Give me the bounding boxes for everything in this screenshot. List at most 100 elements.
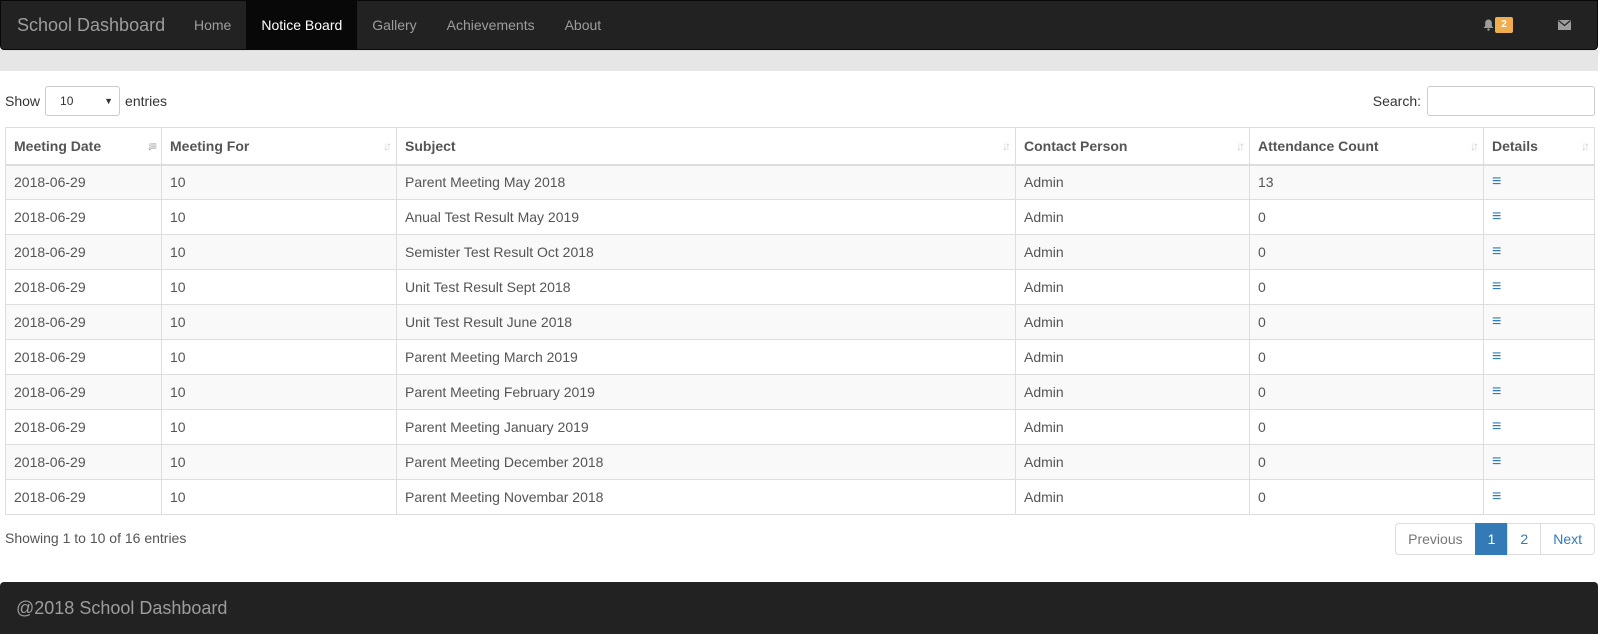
details-list-icon[interactable]: ≡	[1492, 278, 1501, 295]
column-header-details[interactable]: Details ↓↑	[1483, 127, 1595, 166]
meeting-date-cell: 2018-06-29	[5, 199, 162, 235]
nav-item-notice-board[interactable]: Notice Board	[246, 1, 358, 49]
subject-cell: Parent Meeting Novembar 2018	[396, 479, 1016, 515]
table-row: 2018-06-29 10 Unit Test Result Sept 2018 Ad…	[5, 269, 1595, 305]
subject-cell: Unit Test Result Sept 2018	[396, 269, 1016, 305]
column-header-attendance-count[interactable]: Attendance Count ↓↑	[1249, 127, 1484, 166]
table-row: 2018-06-29 10 Parent Meeting Novembar 2018…	[5, 479, 1595, 515]
sort-icon: ↓↑	[383, 139, 392, 153]
details-list-icon[interactable]: ≡	[1492, 453, 1501, 470]
subject-cell: Parent Meeting February 2019	[396, 374, 1016, 410]
page-button-2[interactable]: 2	[1507, 523, 1542, 555]
attendance-count-cell: 0	[1249, 374, 1484, 410]
details-cell: ≡	[1483, 304, 1595, 340]
contact-person-cell: Admin	[1015, 269, 1250, 305]
column-header-label: Meeting Date	[14, 137, 102, 154]
notifications-button[interactable]: 2	[1465, 1, 1531, 49]
meeting-for-cell: 10	[161, 479, 397, 515]
messages-button[interactable]	[1531, 1, 1597, 49]
details-list-icon[interactable]: ≡	[1492, 243, 1501, 260]
details-list-icon[interactable]: ≡	[1492, 313, 1501, 330]
sort-asc-icon: ↓≡	[146, 139, 157, 153]
meeting-for-cell: 10	[161, 269, 397, 305]
navbar: School Dashboard Home Notice Board Galle…	[0, 0, 1598, 50]
details-list-icon[interactable]: ≡	[1492, 383, 1501, 400]
table-row: 2018-06-29 10 Unit Test Result June 2018 Ad…	[5, 304, 1595, 340]
brand-link[interactable]: School Dashboard	[17, 1, 165, 49]
next-page-button[interactable]: Next	[1540, 523, 1595, 555]
search-control: Search:	[1373, 86, 1595, 116]
nav-item-achievements[interactable]: Achievements	[432, 1, 550, 49]
details-list-icon[interactable]: ≡	[1492, 418, 1501, 435]
details-list-icon[interactable]: ≡	[1492, 348, 1501, 365]
contact-person-cell: Admin	[1015, 304, 1250, 340]
meeting-date-cell: 2018-06-29	[5, 444, 162, 480]
meeting-for-cell: 10	[161, 409, 397, 445]
table-row: 2018-06-29 10 Semister Test Result Oct 201…	[5, 234, 1595, 270]
meeting-date-cell: 2018-06-29	[5, 339, 162, 375]
sort-icon: ↓↑	[1470, 139, 1479, 153]
page-button-1[interactable]: 1	[1474, 523, 1509, 555]
meeting-for-cell: 10	[161, 164, 397, 200]
meetings-table: Meeting Date ↓≡ Meeting For ↓↑ Subject ↓↑ C…	[5, 127, 1595, 515]
meeting-for-cell: 10	[161, 304, 397, 340]
meeting-date-cell: 2018-06-29	[5, 374, 162, 410]
notification-count-badge: 2	[1495, 17, 1513, 33]
previous-page-button[interactable]: Previous	[1395, 523, 1476, 555]
entries-label: entries	[125, 93, 168, 109]
footer-text: @2018 School Dashboard	[16, 598, 228, 618]
meeting-date-cell: 2018-06-29	[5, 479, 162, 515]
page-length-control: Show 10 ▼ entries	[5, 86, 167, 116]
page-size-select[interactable]: 10 ▼	[45, 86, 121, 116]
attendance-count-cell: 0	[1249, 479, 1484, 515]
attendance-count-cell: 0	[1249, 269, 1484, 305]
attendance-count-cell: 0	[1249, 444, 1484, 480]
column-header-meeting-date[interactable]: Meeting Date ↓≡	[5, 127, 162, 166]
table-row: 2018-06-29 10 Parent Meeting January 2019 A…	[5, 409, 1595, 445]
details-cell: ≡	[1483, 234, 1595, 270]
subject-cell: Parent Meeting December 2018	[396, 444, 1016, 480]
nav-item-gallery[interactable]: Gallery	[357, 1, 431, 49]
details-list-icon[interactable]: ≡	[1492, 173, 1501, 190]
nav-menu: Home Notice Board Gallery Achievements A…	[179, 1, 616, 49]
attendance-count-cell: 0	[1249, 199, 1484, 235]
show-label: Show	[5, 93, 41, 109]
contact-person-cell: Admin	[1015, 164, 1250, 200]
column-header-label: Meeting For	[170, 137, 250, 154]
details-cell: ≡	[1483, 374, 1595, 410]
meeting-date-cell: 2018-06-29	[5, 164, 162, 200]
table-row: 2018-06-29 10 Parent Meeting December 2018…	[5, 444, 1595, 480]
page-header-bar	[0, 50, 1598, 71]
contact-person-cell: Admin	[1015, 409, 1250, 445]
subject-cell: Parent Meeting May 2018	[396, 164, 1016, 200]
search-label: Search:	[1372, 93, 1421, 109]
attendance-count-cell: 0	[1249, 339, 1484, 375]
meeting-for-cell: 10	[161, 444, 397, 480]
meeting-date-cell: 2018-06-29	[5, 409, 162, 445]
details-list-icon[interactable]: ≡	[1492, 488, 1501, 505]
meeting-date-cell: 2018-06-29	[5, 234, 162, 270]
sort-icon: ↓↑	[1236, 139, 1245, 153]
column-header-label: Contact Person	[1024, 137, 1128, 154]
column-header-contact-person[interactable]: Contact Person ↓↑	[1015, 127, 1250, 166]
page-size-value: 10	[60, 94, 74, 108]
column-header-subject[interactable]: Subject ↓↑	[396, 127, 1016, 166]
search-input[interactable]	[1427, 86, 1595, 116]
column-header-label: Details	[1492, 137, 1538, 154]
attendance-count-cell: 13	[1249, 164, 1484, 200]
column-header-label: Subject	[405, 137, 456, 154]
subject-cell: Anual Test Result May 2019	[396, 199, 1016, 235]
envelope-icon	[1557, 20, 1571, 30]
subject-cell: Parent Meeting January 2019	[396, 409, 1016, 445]
details-list-icon[interactable]: ≡	[1492, 208, 1501, 225]
subject-cell: Parent Meeting March 2019	[396, 339, 1016, 375]
nav-item-home[interactable]: Home	[179, 1, 246, 49]
nav-item-about[interactable]: About	[550, 1, 617, 49]
contact-person-cell: Admin	[1015, 234, 1250, 270]
column-header-label: Attendance Count	[1258, 137, 1379, 154]
column-header-meeting-for[interactable]: Meeting For ↓↑	[161, 127, 397, 166]
nav-right: 2	[1465, 1, 1597, 49]
attendance-count-cell: 0	[1249, 304, 1484, 340]
subject-cell: Unit Test Result June 2018	[396, 304, 1016, 340]
table-body: 2018-06-29 10 Parent Meeting May 2018 Admin…	[5, 164, 1595, 515]
